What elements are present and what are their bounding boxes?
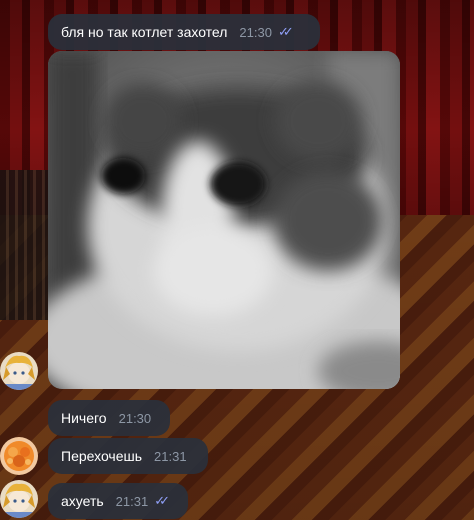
- message-text: Перехочешь: [61, 448, 143, 464]
- dark-chair: [0, 170, 48, 320]
- read-check-icon: ✓✓: [277, 24, 294, 39]
- read-check-icon: ✓✓: [154, 493, 170, 508]
- message-bubble[interactable]: Перехочешь 21:31: [48, 438, 208, 474]
- message-time: 21:31: [115, 493, 149, 509]
- anime-avatar-icon: [0, 352, 38, 390]
- photo-message[interactable]: [48, 51, 400, 389]
- anime-avatar-icon: [0, 480, 38, 518]
- message-text: бля но так котлет захотел: [61, 24, 228, 40]
- anime-avatar[interactable]: [0, 352, 38, 390]
- message-time: 21:30: [239, 24, 272, 40]
- anime-avatar[interactable]: [0, 480, 38, 518]
- message-time: 21:30: [118, 410, 152, 426]
- orange-avatar[interactable]: [0, 437, 38, 475]
- message-text: ахуеть: [61, 493, 104, 509]
- message-text: Ничего: [61, 410, 107, 426]
- message-bubble[interactable]: Ничего 21:30: [48, 400, 170, 436]
- cat-photo-icon: [48, 51, 400, 389]
- message-bubble[interactable]: ахуеть 21:31 ✓✓: [48, 483, 188, 519]
- message-bubble[interactable]: бля но так котлет захотел 21:30 ✓✓: [48, 14, 320, 50]
- message-time: 21:31: [154, 448, 187, 464]
- orange-avatar-icon: [0, 437, 38, 475]
